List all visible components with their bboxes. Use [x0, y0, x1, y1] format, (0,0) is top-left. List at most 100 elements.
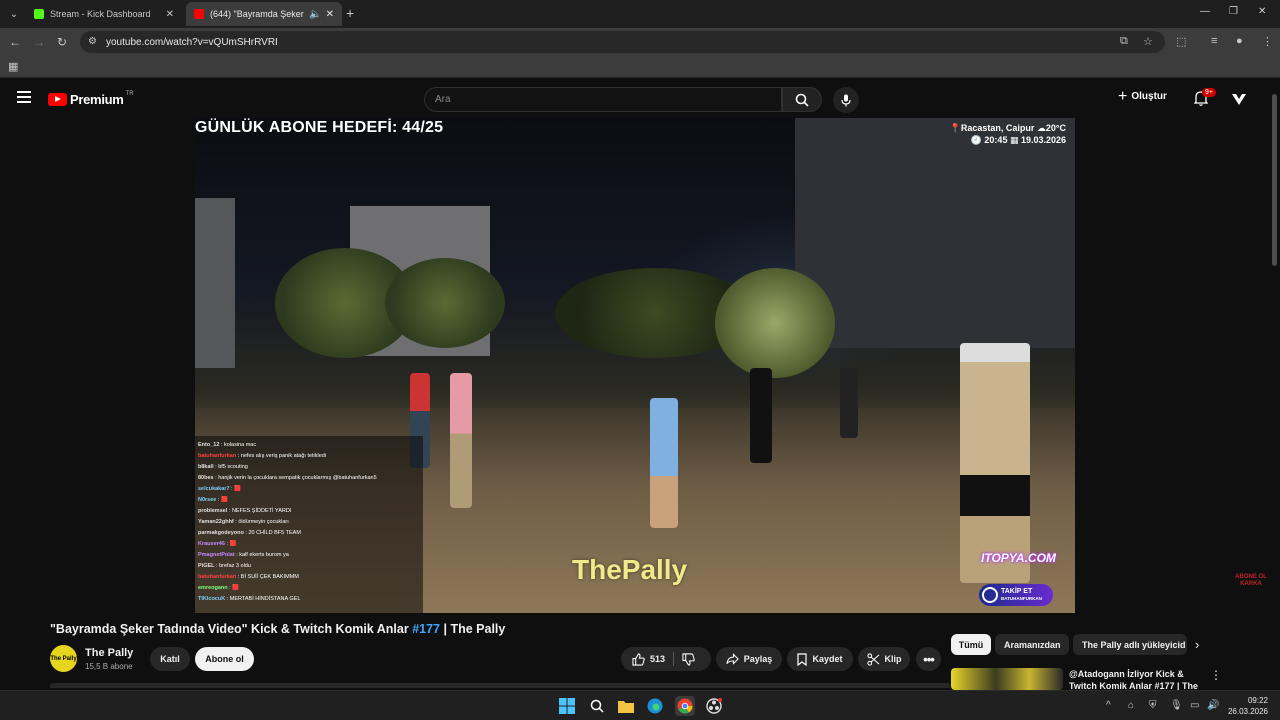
- youtube-play-icon: [48, 93, 67, 106]
- description-box[interactable]: [50, 683, 950, 688]
- more-actions-button[interactable]: •••: [916, 647, 941, 671]
- volume-icon[interactable]: 🔊: [1207, 700, 1219, 711]
- site-info-icon[interactable]: ⚙: [88, 36, 97, 47]
- tree: [715, 268, 835, 378]
- clip-button[interactable]: Klip: [858, 647, 910, 671]
- subscribe-button[interactable]: Abone ol: [195, 647, 254, 671]
- extensions-icon[interactable]: ⬚: [1176, 35, 1186, 48]
- share-button[interactable]: Paylaş: [716, 647, 782, 671]
- microphone-icon: [841, 94, 851, 106]
- address-bar[interactable]: ⚙ youtube.com/watch?v=vQUmSHrRVRI: [80, 31, 1165, 53]
- location-overlay: 📍Racastan, Caipur ☁20°C 🕘 20:45 ▦ 19.03.…: [950, 122, 1066, 146]
- youtube-logo[interactable]: Premium TR: [48, 90, 134, 107]
- tray-app-icon[interactable]: ⌂: [1128, 700, 1134, 711]
- new-tab-button[interactable]: +: [346, 5, 354, 21]
- title-suffix: | The Pally: [440, 622, 506, 636]
- apps-grid-icon[interactable]: ▦: [8, 60, 18, 73]
- divider: [673, 652, 675, 666]
- chat-username: TIKIcocuK: [198, 596, 226, 602]
- microphone-tray-icon[interactable]: 🎙: [1170, 700, 1183, 711]
- chat-username: PmagnetPolat: [198, 552, 235, 558]
- follow-handle: BATUHANFURKAN: [1001, 596, 1042, 601]
- shield-icon[interactable]: ⛨: [1149, 700, 1157, 711]
- tab-search-icon[interactable]: ⌄: [0, 0, 28, 28]
- voice-search-button[interactable]: [833, 87, 859, 113]
- tab-close-icon[interactable]: ✕: [326, 9, 334, 20]
- subscribe-side-watermark: ABONE OL KARKA: [1235, 574, 1267, 587]
- recommendation-thumbnail[interactable]: [951, 668, 1063, 690]
- bookmarks-bar: ▦: [0, 56, 1280, 78]
- building: [195, 198, 235, 368]
- taskbar-clock[interactable]: 09:22 26.03.2026: [1228, 695, 1268, 717]
- chat-message: Yaman22ghhf : öldürmeyin çocukları: [198, 519, 289, 525]
- channel-name[interactable]: The Pally: [85, 647, 133, 659]
- menu-icon[interactable]: [17, 91, 31, 103]
- tab-youtube-video[interactable]: (644) "Bayramda Şeker Tadı 🔈 ✕: [186, 2, 342, 26]
- close-window-icon[interactable]: ✕: [1258, 6, 1266, 17]
- tray-overflow-icon[interactable]: ^: [1106, 700, 1111, 711]
- chip-all[interactable]: Tümü: [951, 634, 991, 655]
- chip-from-search[interactable]: Aramanızdan: [995, 634, 1069, 655]
- more-vertical-icon[interactable]: ⋮: [1210, 668, 1222, 682]
- chat-text: kalf ekerts burom ya: [239, 552, 289, 558]
- youtube-header: Premium TR Ara + Oluştur 9+: [0, 80, 1280, 118]
- hashtag-link[interactable]: #177: [412, 622, 440, 636]
- media-controls-icon[interactable]: ≡: [1211, 35, 1217, 47]
- chat-username: Krauser46: [198, 541, 225, 547]
- chat-message: parmakgodeyono : 20 CHİLD BF5 TEAM: [198, 530, 301, 536]
- reload-icon[interactable]: ↻: [57, 35, 67, 49]
- chat-username: batuhanfurkan: [198, 574, 237, 580]
- minimize-icon[interactable]: —: [1200, 6, 1210, 17]
- edge-button[interactable]: [646, 697, 664, 715]
- chat-overlay: Ento_12 : kolasina mac batuhanfurkan : ne…: [195, 436, 423, 613]
- chat-text: bf5 scouting: [218, 464, 248, 470]
- page-scrollbar[interactable]: [1272, 94, 1277, 266]
- bookmark-star-icon[interactable]: ☆: [1143, 35, 1153, 48]
- account-avatar[interactable]: [1230, 90, 1248, 108]
- channel-avatar[interactable]: The Pally: [50, 645, 77, 672]
- tab-close-icon[interactable]: ✕: [166, 9, 174, 20]
- chat-message: Ento_12 : kolasina mac: [198, 442, 257, 448]
- network-icon[interactable]: ▭: [1190, 700, 1199, 711]
- obs-button[interactable]: [705, 697, 723, 715]
- tab-audio-icon[interactable]: 🔈: [309, 9, 321, 20]
- video-player[interactable]: GÜNLÜK ABONE HEDEFİ: 44/25 📍Racastan, Ca…: [195, 118, 1075, 613]
- search-input[interactable]: Ara: [424, 87, 782, 112]
- forward-icon[interactable]: →: [33, 35, 45, 49]
- chat-username: parmakgodeyono: [198, 530, 244, 536]
- chat-message: PiGEL : brefaz 3 oldu: [198, 563, 251, 569]
- search-button[interactable]: [782, 87, 822, 112]
- chat-text: MERTABİ HİNDİSTANA GEL: [229, 596, 301, 602]
- chevron-right-icon[interactable]: ›: [1195, 637, 1199, 652]
- taskbar-search-button[interactable]: [588, 697, 606, 715]
- save-button[interactable]: Kaydet: [787, 647, 853, 671]
- browser-menu-icon[interactable]: ⋮: [1262, 35, 1273, 48]
- country-code: TR: [125, 90, 134, 97]
- restore-icon[interactable]: ❐: [1229, 6, 1238, 17]
- chip-from-uploader[interactable]: The Pally adlı yükleyicid: [1073, 634, 1187, 655]
- like-button[interactable]: 513: [632, 652, 665, 666]
- tab-kick-dashboard[interactable]: Stream - Kick Dashboard ✕: [26, 2, 182, 26]
- dislike-button[interactable]: [682, 652, 700, 666]
- recommendation-title[interactable]: @Atadogann İzliyor Kick & Twitch Komik A…: [1069, 668, 1204, 690]
- chat-username: emreogann: [198, 585, 228, 591]
- youtube-favicon-icon: [194, 9, 204, 19]
- join-button[interactable]: Katıl: [150, 647, 190, 671]
- chat-message: PmagnetPolat : kalf ekerts burom ya: [198, 552, 289, 558]
- chrome-button[interactable]: [675, 696, 695, 716]
- subscriber-count: 15,5 B abone: [85, 662, 133, 671]
- video-title: "Bayramda Şeker Tadında Video" Kick & Tw…: [50, 622, 505, 636]
- create-button[interactable]: + Oluştur: [1118, 88, 1167, 104]
- start-button[interactable]: [558, 697, 576, 715]
- person: [450, 373, 472, 508]
- profile-icon[interactable]: ●: [1236, 35, 1243, 47]
- back-icon[interactable]: ←: [9, 35, 21, 49]
- file-explorer-button[interactable]: [617, 697, 635, 715]
- like-dislike-group: 513: [621, 647, 711, 671]
- cast-icon[interactable]: ⧉: [1120, 35, 1128, 48]
- chat-text: NEFES ŞİDDETİ YARDI: [231, 508, 292, 514]
- chat-message: batuhanfurkan : Bİ SUİİ ÇEK BAKIMMM: [198, 574, 299, 580]
- notification-badge: 9+: [1202, 88, 1216, 97]
- location-text: 📍Racastan, Caipur ☁20°C: [949, 123, 1066, 133]
- chat-text: öldürmeyin çocukları: [238, 519, 289, 525]
